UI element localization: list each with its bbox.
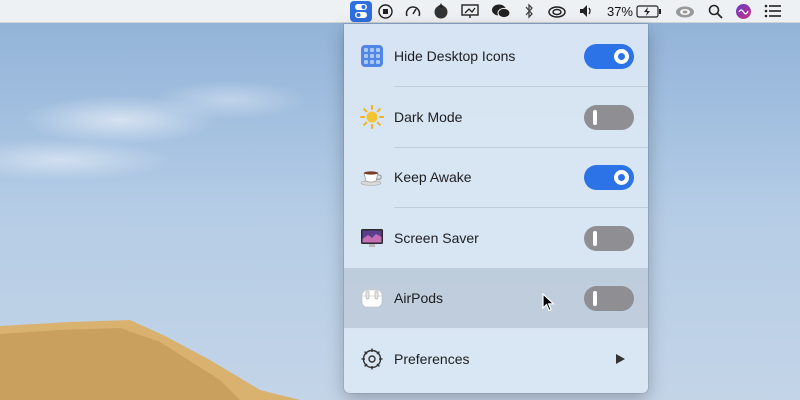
sun-icon bbox=[360, 105, 384, 129]
menu-item-label: AirPods bbox=[394, 290, 444, 306]
screen-saver-icon bbox=[360, 226, 384, 250]
keep-awake-toggle[interactable] bbox=[584, 164, 634, 190]
record-icon[interactable] bbox=[372, 0, 399, 23]
bluetooth-icon[interactable] bbox=[517, 0, 541, 23]
grid-icon bbox=[360, 44, 384, 68]
airpods-toggle[interactable] bbox=[584, 285, 634, 311]
menu-item-label: Hide Desktop Icons bbox=[394, 48, 516, 64]
control-list-icon[interactable] bbox=[758, 0, 788, 23]
battery-icon bbox=[636, 4, 661, 18]
submenu-arrow-icon bbox=[616, 354, 625, 364]
mouse-cursor-icon bbox=[542, 293, 556, 312]
menu-item-airpods[interactable]: AirPods bbox=[344, 268, 648, 328]
presentation-icon[interactable] bbox=[455, 0, 485, 23]
dark-mode-toggle[interactable] bbox=[584, 104, 634, 130]
volume-icon[interactable] bbox=[573, 0, 601, 23]
menu-item-hide-desktop-icons[interactable]: Hide Desktop Icons bbox=[344, 26, 648, 86]
siri-icon[interactable] bbox=[729, 0, 758, 23]
menu-item-screen-saver[interactable]: Screen Saver bbox=[344, 208, 648, 268]
wechat-icon[interactable] bbox=[485, 0, 517, 23]
menu-item-keep-awake[interactable]: Keep Awake bbox=[344, 147, 648, 207]
battery-percent: 37% bbox=[606, 3, 633, 19]
one-switch-menu: Hide Desktop Icons Dark Mode Keep Awake … bbox=[344, 24, 648, 393]
screen-saver-toggle[interactable] bbox=[584, 225, 634, 251]
hide-desktop-icons-toggle[interactable] bbox=[584, 43, 634, 69]
airpods-icon bbox=[360, 286, 384, 310]
menu-item-preferences[interactable]: Preferences bbox=[344, 329, 648, 389]
menu-item-dark-mode[interactable]: Dark Mode bbox=[344, 87, 648, 147]
menu-item-label: Screen Saver bbox=[394, 230, 479, 246]
battery-status[interactable]: 37% bbox=[601, 0, 668, 23]
search-icon[interactable] bbox=[702, 0, 729, 23]
menu-item-label: Preferences bbox=[394, 351, 470, 367]
menu-item-label: Keep Awake bbox=[394, 169, 472, 185]
menu-bar: 37% bbox=[0, 0, 800, 23]
tomato-icon[interactable] bbox=[427, 0, 455, 23]
creative-cloud-icon[interactable] bbox=[541, 0, 573, 23]
wallpaper-clouds bbox=[0, 60, 340, 180]
gear-icon bbox=[360, 347, 384, 371]
one-switch-icon[interactable] bbox=[349, 0, 372, 22]
coffee-cup-icon bbox=[360, 165, 384, 189]
cc-icon[interactable] bbox=[668, 0, 702, 23]
speedometer-icon[interactable] bbox=[399, 0, 427, 23]
menu-item-label: Dark Mode bbox=[394, 109, 463, 125]
